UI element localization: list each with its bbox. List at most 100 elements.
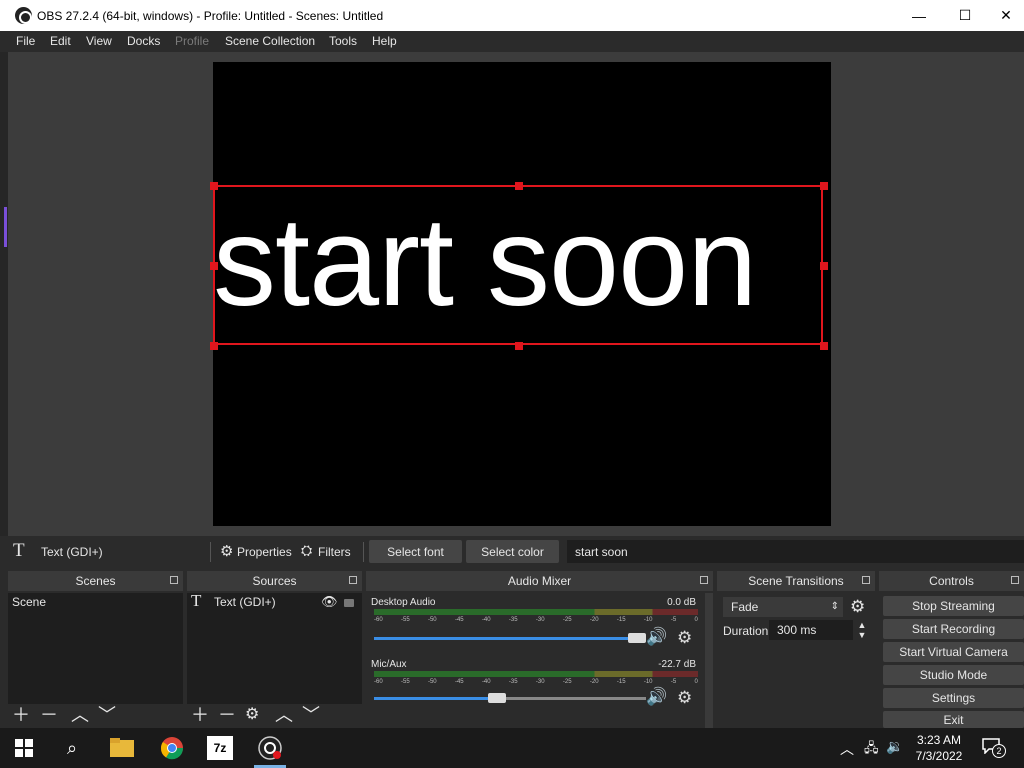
duration-input[interactable]: 300 ms <box>769 620 853 640</box>
move-down-icon[interactable]: ﹀ <box>98 706 116 724</box>
channel-db: 0.0 dB <box>667 597 696 608</box>
scene-transitions-title-text: Scene Transitions <box>748 574 844 588</box>
source-properties-gear-icon[interactable]: ⚙ <box>245 706 259 724</box>
move-up-icon[interactable]: ︿ <box>71 706 89 724</box>
meter-tick-label: -20 <box>589 617 599 623</box>
resize-handle-right[interactable] <box>820 262 828 270</box>
resize-handle-left[interactable] <box>210 262 218 270</box>
stop-streaming-button[interactable]: Stop Streaming <box>883 596 1024 616</box>
notification-icon[interactable]: 2 <box>982 738 1006 758</box>
menu-scene-collection[interactable]: Scene Collection <box>225 34 315 48</box>
undock-icon[interactable] <box>170 576 178 584</box>
lock-icon[interactable] <box>344 599 354 607</box>
resize-handle-bottom[interactable] <box>515 342 523 350</box>
windows-start-icon[interactable] <box>10 734 38 762</box>
file-explorer-icon[interactable] <box>108 734 136 762</box>
sources-list[interactable]: T Text (GDI+) 👁 <box>187 591 362 706</box>
undock-icon[interactable] <box>349 576 357 584</box>
gear-icon[interactable]: ⚙ <box>677 628 692 648</box>
selection-box[interactable] <box>210 182 828 350</box>
filters-button[interactable]: Filters <box>318 545 351 559</box>
meter-tick-label: -25 <box>562 617 572 623</box>
properties-button[interactable]: Properties <box>237 545 292 559</box>
studio-mode-button[interactable]: Studio Mode <box>883 665 1024 685</box>
volume-slider[interactable] <box>374 693 646 703</box>
notification-count: 2 <box>992 744 1006 758</box>
source-item[interactable]: T Text (GDI+) 👁 <box>187 591 362 611</box>
speaker-icon[interactable]: 🔊 <box>646 627 667 647</box>
select-font-button[interactable]: Select font <box>369 540 462 563</box>
search-icon[interactable]: ⌕ <box>58 734 86 762</box>
menu-edit[interactable]: Edit <box>50 34 71 48</box>
meter-tick-label: 0 <box>694 679 698 685</box>
meter-tick-label: -15 <box>616 617 626 623</box>
menu-docks[interactable]: Docks <box>127 34 160 48</box>
volume-slider-fill <box>374 637 637 640</box>
sources-title-text: Sources <box>252 574 297 588</box>
close-button[interactable]: ✕ <box>988 0 1024 31</box>
7zip-icon[interactable]: 7z <box>207 736 233 760</box>
maximize-button[interactable]: ☐ <box>942 0 988 31</box>
undock-icon[interactable] <box>1011 576 1019 584</box>
title-bar: OBS 27.2.4 (64-bit, windows) - Profile: … <box>0 0 1024 31</box>
resize-handle-top-left[interactable] <box>210 182 218 190</box>
menu-profile[interactable]: Profile <box>175 34 209 48</box>
transition-gear-icon[interactable]: ⚙ <box>850 597 865 617</box>
gear-icon[interactable]: ⚙ <box>677 688 692 708</box>
remove-scene-icon[interactable]: － <box>40 706 58 724</box>
undock-icon[interactable] <box>862 576 870 584</box>
chrome-icon[interactable] <box>158 734 186 762</box>
resize-handle-bottom-left[interactable] <box>210 342 218 350</box>
controls-dock: Controls Stop Streaming Start Recording … <box>879 571 1024 728</box>
scenes-dock: Scenes Scene ＋ － ︿ ﹀ <box>8 571 183 728</box>
menu-file[interactable]: File <box>16 34 35 48</box>
audio-mixer-title: Audio Mixer <box>366 571 713 591</box>
clock-date: 7/3/2022 <box>915 749 963 763</box>
exit-button[interactable]: Exit <box>883 711 1024 728</box>
resize-handle-bottom-right[interactable] <box>820 342 828 350</box>
scenes-list[interactable]: Scene <box>8 593 183 706</box>
menu-tools[interactable]: Tools <box>329 34 357 48</box>
text-source-icon: T <box>191 591 202 610</box>
minimize-button[interactable]: — <box>896 0 942 31</box>
eye-icon[interactable]: 👁 <box>321 593 338 611</box>
scene-item[interactable]: Scene <box>8 593 183 611</box>
transition-select[interactable]: Fade ⇕ <box>723 597 843 617</box>
settings-button[interactable]: Settings <box>883 688 1024 708</box>
add-scene-icon[interactable]: ＋ <box>12 706 30 724</box>
text-input[interactable]: start soon <box>567 540 1024 563</box>
controls-title-text: Controls <box>929 574 974 588</box>
remove-source-icon[interactable]: － <box>218 706 236 724</box>
resize-handle-top[interactable] <box>515 182 523 190</box>
start-recording-button[interactable]: Start Recording <box>883 619 1024 639</box>
scenes-toolbar: ＋ － ︿ ﹀ <box>8 704 183 728</box>
network-icon[interactable]: 🖧 <box>864 739 879 761</box>
duration-stepper[interactable]: ▲ ▼ <box>854 620 870 640</box>
volume-slider-handle[interactable] <box>488 693 506 703</box>
meter-tick-label: -15 <box>616 679 626 685</box>
volume-slider[interactable] <box>374 633 646 643</box>
menu-view[interactable]: View <box>86 34 112 48</box>
left-accent <box>4 207 7 247</box>
windows-taskbar: ⌕ 7z ︿ 🖧 🔉 3:23 AM 7/3/2022 2 <box>0 728 1024 768</box>
audio-mixer-title-text: Audio Mixer <box>507 574 572 588</box>
volume-icon[interactable]: 🔉 <box>886 738 903 755</box>
add-source-icon[interactable]: ＋ <box>191 706 209 724</box>
obs-taskbar-icon[interactable] <box>256 734 284 762</box>
meter-tick-label: -60 <box>374 617 383 623</box>
speaker-icon[interactable]: 🔊 <box>646 687 667 707</box>
undock-icon[interactable] <box>700 576 708 584</box>
system-clock[interactable]: 3:23 AM 7/3/2022 <box>910 732 968 764</box>
chevron-up-icon[interactable]: ︿ <box>840 739 854 759</box>
menu-help[interactable]: Help <box>372 34 397 48</box>
volume-slider-handle[interactable] <box>628 633 646 643</box>
start-virtual-camera-button[interactable]: Start Virtual Camera <box>883 642 1024 662</box>
select-color-button[interactable]: Select color <box>466 540 559 563</box>
meter-tick-label: -5 <box>670 617 677 623</box>
move-down-icon[interactable]: ﹀ <box>302 706 320 724</box>
resize-handle-top-right[interactable] <box>820 182 828 190</box>
mixer-scrollbar[interactable] <box>705 593 713 728</box>
scene-transitions-dock: Scene Transitions Fade ⇕ ⚙ Duration 300 … <box>717 571 875 728</box>
move-up-icon[interactable]: ︿ <box>275 706 293 724</box>
selected-source-name: Text (GDI+) <box>41 545 103 559</box>
